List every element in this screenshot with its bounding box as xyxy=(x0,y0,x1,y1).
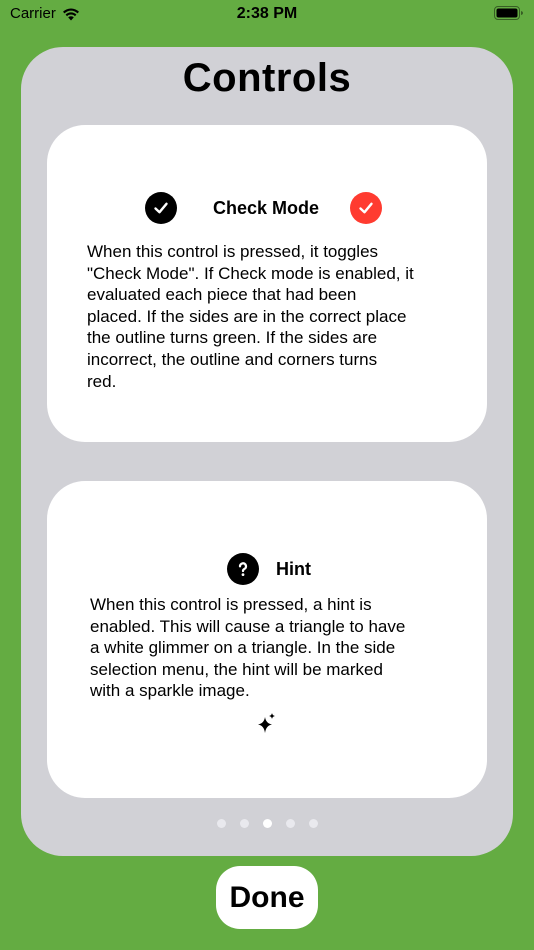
hint-header: Hint xyxy=(227,553,311,585)
check-mode-description: When this control is pressed, it toggles… xyxy=(87,242,414,391)
check-mode-header: Check Mode xyxy=(145,192,383,224)
hint-description: When this control is pressed, a hint is … xyxy=(90,595,406,701)
page-dot[interactable] xyxy=(308,819,318,828)
done-button[interactable]: Done xyxy=(216,866,318,929)
checkmark-circle-red-icon xyxy=(350,192,383,224)
battery-icon xyxy=(494,6,524,21)
page-title: Controls xyxy=(182,56,352,100)
status-bar: Carrier 2:38 PM xyxy=(0,0,534,30)
check-mode-title: Check Mode xyxy=(213,197,320,218)
sparkle-icon xyxy=(257,712,277,739)
status-time: 2:38 PM xyxy=(236,5,298,22)
page-dot-current[interactable] xyxy=(262,819,272,828)
hint-title: Hint xyxy=(276,558,311,579)
checkmark-circle-black-icon xyxy=(145,192,177,224)
page-dot[interactable] xyxy=(216,819,226,828)
page-dot[interactable] xyxy=(285,819,295,828)
question-mark-circle-icon xyxy=(227,553,259,585)
page-dot[interactable] xyxy=(239,819,249,828)
page-indicator[interactable] xyxy=(0,819,534,828)
check-mode-card: Check Mode When this control is pressed,… xyxy=(47,125,487,442)
hint-card: Hint When this control is pressed, a hin… xyxy=(47,481,487,798)
